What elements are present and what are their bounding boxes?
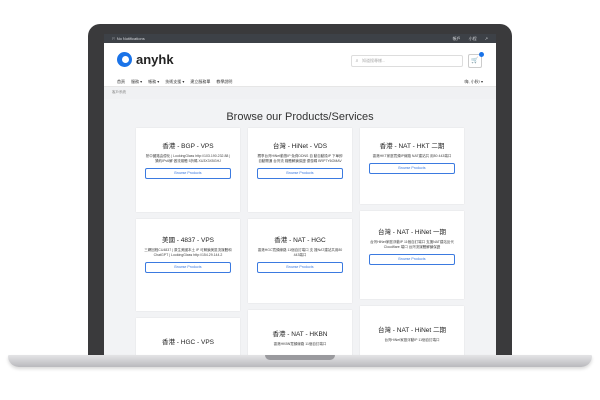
product-name: 美國 - 4837 - VPS (161, 237, 215, 244)
product-card: 香港 - NAT - HGC 香港HGC寬頻線路 11個自訂端口 支 援NAT建… (248, 219, 352, 303)
cart-badge (479, 52, 484, 57)
laptop-screen: ⚐ No Notifications 帳戶 小程 ↗ anyhk ⌕ 知道搜尋樣… (104, 34, 496, 358)
nav-item-tutorials[interactable]: 教學說明 (216, 79, 232, 85)
nav-item-billing[interactable]: 帳務 ▾ (148, 79, 159, 85)
product-name: 香港 - BGP - VPS (162, 143, 214, 150)
product-card: 香港 - HGC - VPS (136, 318, 240, 358)
expand-icon[interactable]: ↗ (485, 36, 488, 42)
product-name: 香港 - NAT - HKBN (272, 331, 328, 338)
main-nav: 首頁 服務 ▾ 帳務 ▾ 技術支援 ▾ 建立服務單 教學說明 嗨, 小秋! ▾ (104, 77, 496, 86)
product-description: 獨享台灣HiNet動態IP 免費DDNS 自 動自動換IP 下單即自動開通 台灣… (257, 154, 343, 163)
brand-logo-icon[interactable] (117, 52, 132, 67)
browse-products-button[interactable]: Browse Products (145, 168, 231, 179)
product-description: 三網回程CU4837 | 原生美國本土 IP 可解鎖美區流媒體和 ChatGPT… (144, 248, 232, 257)
product-description: 熱中國路由優化 | LookingGlass http://103.190.23… (145, 154, 231, 163)
product-card: 台灣 - HiNet - VDS 獨享台灣HiNet動態IP 免費DDNS 自 … (248, 128, 352, 212)
cart-icon: 🛒 (471, 58, 479, 64)
product-name: 香港 - NAT - HGC (274, 237, 326, 244)
product-name: 香港 - NAT - HKT 二期 (379, 143, 445, 150)
nav-item-home[interactable]: 首頁 (117, 79, 125, 85)
nav-item-services[interactable]: 服務 ▾ (131, 79, 142, 85)
product-description: 香港HGC寬頻線路 11個自訂端口 支 援NAT建站共用80 443端口 (257, 248, 343, 257)
account-menu[interactable]: 嗨, 小秋! ▾ (465, 79, 483, 85)
product-card: 台灣 - NAT - HiNet 二期 台灣HiNet家庭浮動IP 11個自訂端… (360, 306, 464, 358)
product-card: 香港 - NAT - HKT 二期 香港HKT家庭寬頻IP線路 NAT建站共 用… (360, 128, 464, 204)
notifications-label: No Notifications (116, 36, 145, 41)
top-bar: ⚐ No Notifications 帳戶 小程 ↗ (104, 34, 496, 43)
product-card: 台灣 - NAT - HiNet 一期 台灣HiNet家庭浮動IP 11個自訂端… (360, 211, 464, 299)
browse-products-button[interactable]: Browse Products (257, 168, 343, 179)
browse-products-button[interactable]: Browse Products (257, 262, 343, 273)
product-name: 台灣 - NAT - HiNet 二期 (377, 327, 446, 334)
notifications-link[interactable]: ⚐ No Notifications (112, 36, 145, 41)
browse-products-button[interactable]: Browse Products (369, 254, 455, 265)
nav-item-open-ticket[interactable]: 建立服務單 (190, 79, 210, 85)
product-card: 美國 - 4837 - VPS 三網回程CU4837 | 原生美國本土 IP 可… (136, 219, 240, 311)
cart-button[interactable]: 🛒 (468, 52, 484, 68)
product-card: 香港 - NAT - HKBN 香港HKBN寬頻線路 11個自訂端口 (248, 310, 352, 358)
lang-menu[interactable]: 小程 (469, 36, 477, 42)
product-name: 台灣 - NAT - HiNet 一期 (377, 229, 446, 236)
brand-name[interactable]: anyhk (136, 52, 174, 67)
nav-item-support[interactable]: 技術支援 ▾ (165, 79, 184, 85)
browse-products-button[interactable]: Browse Products (145, 262, 231, 273)
product-description: 台灣HiNet家庭浮動IP 11個自訂端口 (384, 338, 440, 342)
search-icon: ⌕ (355, 58, 359, 64)
product-card: 香港 - BGP - VPS 熱中國路由優化 | LookingGlass ht… (136, 128, 240, 212)
laptop-notch (265, 355, 335, 360)
site-header: anyhk ⌕ 知道搜尋樣... 🛒 (104, 43, 496, 77)
breadcrumb[interactable]: 客戶系統 (104, 86, 496, 99)
product-description: 香港HKBN寬頻線路 11個自訂端口 (273, 342, 327, 346)
page-title: Browse our Products/Services (226, 111, 374, 123)
search-placeholder: 知道搜尋樣... (362, 58, 386, 63)
product-description: 香港HKT家庭寬頻IP線路 NAT建站共 用80 443端口 (372, 154, 452, 158)
product-description: 台灣HiNet家庭浮動IP 11個自訂端口 支援NAT建站反代Cloudflar… (370, 240, 454, 249)
product-name: 台灣 - HiNet - VDS (272, 143, 328, 150)
user-menu[interactable]: 帳戶 (453, 36, 461, 42)
search-input[interactable]: ⌕ 知道搜尋樣... (351, 55, 463, 67)
browse-products-button[interactable]: Browse Products (369, 163, 455, 174)
product-name: 香港 - HGC - VPS (161, 339, 214, 346)
